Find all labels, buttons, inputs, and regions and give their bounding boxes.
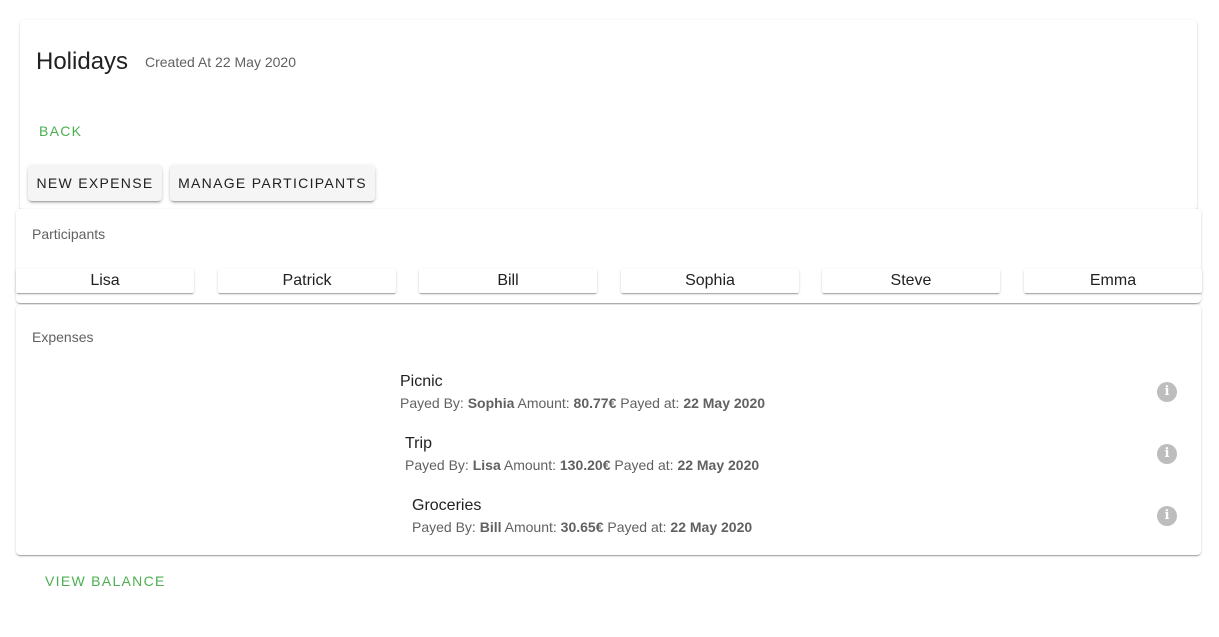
payed-at-label: Payed at: (614, 457, 674, 473)
payed-by-label: Payed By: (412, 519, 476, 535)
page-title: Holidays (36, 48, 129, 75)
payed-at-label: Payed at: (607, 519, 667, 535)
participant-chip[interactable]: Bill (419, 269, 597, 293)
participants-title: Participants (32, 226, 106, 242)
expense-payer: Bill (479, 519, 502, 535)
expense-amount: 80.77€ (573, 395, 617, 411)
expense-date: 22 May 2020 (670, 519, 753, 535)
expense-payer: Sophia (467, 395, 515, 411)
new-expense-button[interactable]: NEW EXPENSE (28, 165, 162, 201)
expense-details: Payed By: Bill Amount: 30.65€ Payed at: … (412, 516, 1112, 538)
payed-by-label: Payed By: (405, 457, 469, 473)
expense-details: Payed By: Lisa Amount: 130.20€ Payed at:… (405, 454, 1105, 476)
expense-list-item[interactable]: Picnic Payed By: Sophia Amount: 80.77€ P… (400, 372, 1100, 420)
event-header-card: Holidays Created At 22 May 2020 BACK NEW… (20, 20, 1197, 210)
expense-name: Groceries (412, 497, 482, 514)
expenses-card: Expenses Picnic Payed By: Sophia Amount:… (16, 305, 1201, 555)
expense-name: Picnic (400, 373, 443, 390)
info-icon[interactable]: i (1157, 506, 1177, 526)
expenses-title: Expenses (32, 329, 94, 345)
expense-payer: Lisa (472, 457, 501, 473)
participant-chip[interactable]: Steve (822, 269, 1000, 293)
back-button[interactable]: BACK (30, 118, 91, 144)
amount-label: Amount: (517, 395, 570, 411)
amount-label: Amount: (503, 457, 556, 473)
participant-chip[interactable]: Lisa (16, 269, 194, 293)
expense-list-item[interactable]: Groceries Payed By: Bill Amount: 30.65€ … (412, 496, 1112, 544)
info-icon[interactable]: i (1157, 444, 1177, 464)
manage-participants-button[interactable]: MANAGE PARTICIPANTS (170, 165, 375, 201)
participants-card: Participants Lisa Patrick Bill Sophia St… (16, 209, 1202, 303)
expense-list-item[interactable]: Trip Payed By: Lisa Amount: 130.20€ Paye… (405, 434, 1105, 482)
expense-details: Payed By: Sophia Amount: 80.77€ Payed at… (400, 392, 1100, 414)
participant-chip[interactable]: Emma (1024, 269, 1202, 293)
expense-date: 22 May 2020 (677, 457, 760, 473)
expense-amount: 30.65€ (560, 519, 604, 535)
created-at-text: Created At 22 May 2020 (145, 54, 296, 70)
payed-by-label: Payed By: (400, 395, 464, 411)
expense-name: Trip (405, 435, 432, 452)
info-icon[interactable]: i (1157, 382, 1177, 402)
expense-date: 22 May 2020 (683, 395, 766, 411)
view-balance-button[interactable]: VIEW BALANCE (36, 568, 175, 594)
participant-chip[interactable]: Sophia (621, 269, 799, 293)
participant-chip[interactable]: Patrick (218, 269, 396, 293)
expense-amount: 130.20€ (559, 457, 611, 473)
payed-at-label: Payed at: (620, 395, 680, 411)
amount-label: Amount: (504, 519, 557, 535)
